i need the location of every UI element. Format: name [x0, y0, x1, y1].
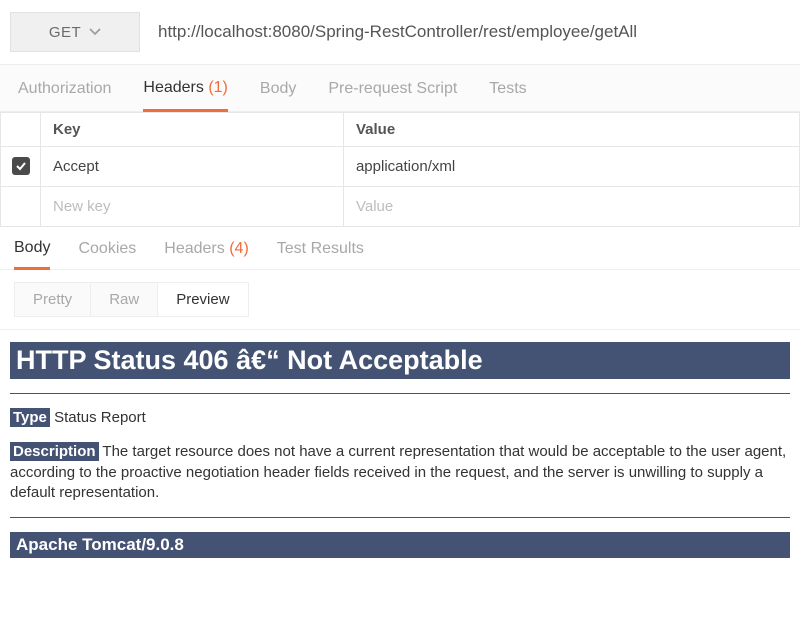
tab-body[interactable]: Body	[260, 80, 296, 110]
description-label: Description	[10, 442, 99, 461]
divider	[10, 393, 790, 394]
response-tabs: Body Cookies Headers (4) Test Results	[0, 227, 800, 270]
header-value-col: Value	[343, 113, 799, 147]
type-label: Type	[10, 408, 50, 427]
resp-tab-headers-label: Headers	[164, 240, 224, 257]
table-row-new[interactable]: New key Value	[1, 187, 800, 227]
view-mode-preview[interactable]: Preview	[157, 282, 248, 317]
server-line: Apache Tomcat/9.0.8	[10, 532, 790, 558]
resp-tab-headers[interactable]: Headers (4)	[164, 240, 249, 268]
response-view-modes: Pretty Raw Preview	[0, 270, 800, 330]
tab-headers-label: Headers	[143, 79, 203, 96]
check-icon	[15, 160, 27, 172]
http-method-label: GET	[49, 24, 81, 41]
status-type-line: Type Status Report	[10, 408, 790, 428]
header-key-col: Key	[41, 113, 344, 147]
status-title: HTTP Status 406 â€“ Not Acceptable	[10, 342, 790, 379]
resp-tab-cookies[interactable]: Cookies	[78, 240, 136, 268]
row-checkbox[interactable]	[12, 157, 30, 175]
chevron-down-icon	[89, 26, 101, 38]
view-mode-pretty[interactable]: Pretty	[14, 282, 90, 317]
new-key-input[interactable]: New key	[41, 187, 344, 227]
resp-tab-body[interactable]: Body	[14, 239, 50, 270]
tab-headers[interactable]: Headers (1)	[143, 79, 228, 112]
resp-tab-testresults[interactable]: Test Results	[277, 240, 364, 268]
view-mode-raw[interactable]: Raw	[90, 282, 157, 317]
row-value[interactable]: application/xml	[343, 147, 799, 187]
request-tabs: Authorization Headers (1) Body Pre-reque…	[0, 64, 800, 112]
headers-table: Key Value Accept application/xml New key…	[0, 112, 800, 227]
table-row[interactable]: Accept application/xml	[1, 147, 800, 187]
tab-tests[interactable]: Tests	[489, 80, 526, 110]
type-value: Status Report	[50, 409, 146, 426]
tab-headers-count: (1)	[208, 79, 228, 96]
url-input[interactable]	[152, 12, 788, 52]
divider	[10, 517, 790, 518]
response-preview: HTTP Status 406 â€“ Not Acceptable Type …	[0, 330, 800, 570]
new-value-input[interactable]: Value	[343, 187, 799, 227]
row-key[interactable]: Accept	[41, 147, 344, 187]
tab-prerequest[interactable]: Pre-request Script	[328, 80, 457, 110]
status-description-line: Description The target resource does not…	[10, 442, 790, 503]
http-method-select[interactable]: GET	[10, 12, 140, 52]
tab-authorization[interactable]: Authorization	[18, 80, 111, 110]
header-checkbox-col	[1, 113, 41, 147]
resp-tab-headers-count: (4)	[229, 240, 249, 257]
description-value: The target resource does not have a curr…	[10, 443, 786, 501]
